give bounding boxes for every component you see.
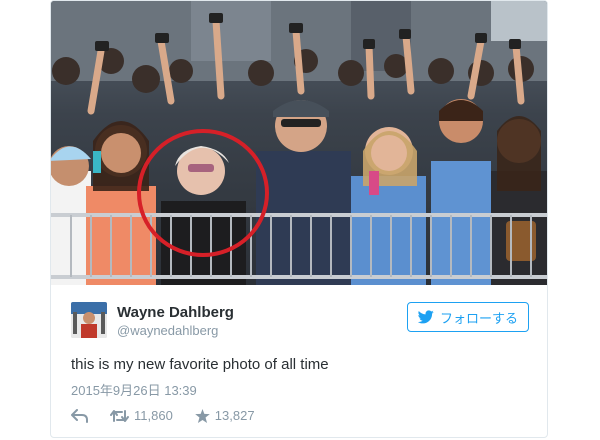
author-handle[interactable]: @waynedahlberg bbox=[117, 323, 218, 338]
retweet-count: 11,860 bbox=[134, 408, 173, 423]
crowd-photo-illustration bbox=[51, 1, 547, 285]
tweet-actions: 11,860 13,827 bbox=[71, 408, 277, 423]
follow-button-label: フォローする bbox=[439, 310, 518, 326]
avatar-image bbox=[71, 302, 107, 338]
reply-button[interactable] bbox=[71, 408, 88, 423]
retweet-button[interactable]: 11,860 bbox=[110, 408, 173, 423]
tweet-photo[interactable] bbox=[51, 1, 547, 285]
tweet-card: Wayne Dahlberg @waynedahlberg フォローする thi… bbox=[50, 0, 548, 438]
follow-button[interactable]: フォローする bbox=[407, 302, 529, 332]
tweet-timestamp[interactable]: 2015年9月26日 13:39 bbox=[71, 380, 197, 399]
author-name[interactable]: Wayne Dahlberg bbox=[117, 304, 234, 321]
bird-icon bbox=[417, 310, 434, 324]
retweet-icon bbox=[110, 409, 129, 422]
reply-icon bbox=[71, 408, 88, 423]
author-avatar[interactable] bbox=[71, 302, 107, 338]
tweet-text: this is my new favorite photo of all tim… bbox=[71, 356, 329, 373]
like-button[interactable]: 13,827 bbox=[194, 408, 255, 423]
star-icon bbox=[194, 408, 210, 423]
like-count: 13,827 bbox=[214, 408, 255, 423]
